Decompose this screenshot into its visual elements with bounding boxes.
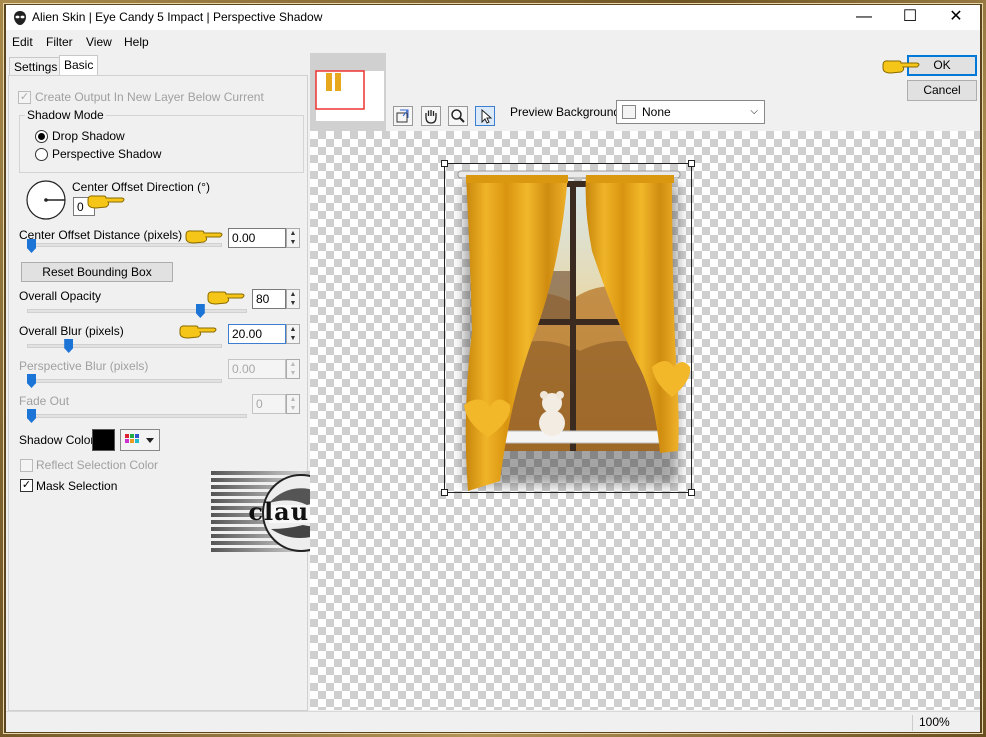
basic-settings-panel: ✓ Create Output In New Layer Below Curre… <box>8 75 308 711</box>
center-offset-direction-label: Center Offset Direction (°) <box>72 180 210 194</box>
bbox-handle-top-left[interactable] <box>441 160 448 167</box>
minimize-button[interactable]: — <box>841 5 887 30</box>
center-offset-distance-spinner[interactable]: ▲ ▼ <box>286 228 300 248</box>
shadow-mode-title: Shadow Mode <box>25 108 106 122</box>
shadow-color-label: Shadow Color <box>19 433 95 447</box>
app-window: Alien Skin | Eye Candy 5 Impact | Perspe… <box>6 5 980 732</box>
overall-blur-input[interactable]: 20.00 <box>228 324 286 344</box>
bbox-handle-bottom-left[interactable] <box>441 489 448 496</box>
pointing-hand-icon-blur <box>179 325 217 339</box>
tab-basic[interactable]: Basic <box>59 55 99 76</box>
pointing-hand-icon-direction <box>87 195 125 209</box>
minimize-icon: — <box>856 8 872 25</box>
radio-drop-shadow[interactable] <box>35 130 48 143</box>
color-picker-button[interactable] <box>120 429 160 451</box>
create-output-checkbox[interactable]: ✓ <box>18 91 31 104</box>
pointing-hand-icon-opacity <box>207 291 245 305</box>
overall-opacity-label: Overall Opacity <box>19 289 102 303</box>
maximize-button[interactable]: ☐ <box>887 5 933 30</box>
overall-blur-slider[interactable] <box>64 339 74 353</box>
zoom-level: 100% <box>912 715 972 731</box>
overall-blur-track[interactable] <box>27 344 222 348</box>
fade-out-spinner[interactable]: ▲ ▼ <box>286 394 300 414</box>
fade-out-track[interactable] <box>27 414 247 418</box>
reset-bounding-box-button[interactable]: Reset Bounding Box <box>21 262 173 282</box>
status-bar: 100% <box>6 711 980 732</box>
pointing-hand-icon-ok <box>882 60 920 74</box>
bounding-box[interactable] <box>444 163 692 493</box>
bbox-handle-top-right[interactable] <box>688 160 695 167</box>
transform-tool-button[interactable] <box>393 106 413 126</box>
menu-help[interactable]: Help <box>124 35 149 49</box>
perspective-blur-input[interactable]: 0.00 <box>228 359 286 379</box>
fade-out-slider[interactable] <box>27 409 36 423</box>
perspective-blur-spinner[interactable]: ▲ ▼ <box>286 359 300 379</box>
none-swatch-icon <box>622 105 636 119</box>
preview-canvas[interactable] <box>310 131 980 710</box>
arrow-icon <box>481 108 493 124</box>
direction-dial[interactable] <box>24 178 68 222</box>
menu-bar: Edit Filter View Help <box>6 33 980 53</box>
perspective-blur-track[interactable] <box>27 379 222 383</box>
center-offset-distance-input[interactable]: 0.00 <box>228 228 286 248</box>
maximize-icon: ☐ <box>902 8 918 25</box>
perspective-blur-label: Perspective Blur (pixels) <box>19 359 149 373</box>
hand-tool-button[interactable] <box>421 106 441 126</box>
chevron-down-icon: ⌵ <box>750 106 758 117</box>
overall-blur-label: Overall Blur (pixels) <box>19 324 124 338</box>
preview-background-label: Preview Background: <box>510 105 624 119</box>
preview-background-select[interactable]: None ⌵ <box>616 100 765 124</box>
arrow-tool-button[interactable] <box>475 106 495 126</box>
navigator-preview <box>310 53 386 131</box>
fade-out-input[interactable]: 0 <box>252 394 286 414</box>
center-offset-distance-label: Center Offset Distance (pixels) <box>19 228 183 242</box>
shadow-mode-group <box>19 115 304 173</box>
menu-edit[interactable]: Edit <box>12 35 33 49</box>
transform-icon <box>396 109 409 123</box>
reflect-selection-color-label: Reflect Selection Color <box>36 458 159 472</box>
alien-skin-icon <box>14 11 26 25</box>
pointing-hand-icon-distance <box>185 230 223 244</box>
drop-shadow-label: Drop Shadow <box>52 129 125 143</box>
overall-opacity-track[interactable] <box>27 309 247 313</box>
perspective-blur-slider[interactable] <box>27 374 36 388</box>
zoom-tool-button[interactable] <box>448 106 468 126</box>
color-grid-icon <box>125 434 154 443</box>
overall-opacity-input[interactable]: 80 <box>252 289 286 309</box>
preview-background-value: None <box>642 105 671 119</box>
fade-out-label: Fade Out <box>19 394 70 408</box>
menu-filter[interactable]: Filter <box>46 35 73 49</box>
hand-icon <box>425 110 437 124</box>
radio-perspective-shadow[interactable] <box>35 148 48 161</box>
mask-selection-checkbox[interactable]: ✓ <box>20 479 33 492</box>
overall-opacity-spinner[interactable]: ▲ ▼ <box>286 289 300 309</box>
bbox-handle-bottom-right[interactable] <box>688 489 695 496</box>
title-bar: Alien Skin | Eye Candy 5 Impact | Perspe… <box>6 5 980 30</box>
shadow-color-swatch[interactable] <box>92 429 115 451</box>
overall-blur-spinner[interactable]: ▲ ▼ <box>286 324 300 344</box>
center-offset-distance-slider[interactable] <box>27 239 36 253</box>
create-output-label: Create Output In New Layer Below Current <box>35 90 264 104</box>
cancel-button[interactable]: Cancel <box>907 80 977 101</box>
tab-settings[interactable]: Settings <box>9 57 63 76</box>
overall-opacity-slider[interactable] <box>195 304 205 318</box>
mask-selection-label: Mask Selection <box>36 479 118 493</box>
perspective-shadow-label: Perspective Shadow <box>52 147 162 161</box>
reflect-selection-color-checkbox[interactable] <box>20 459 33 472</box>
window-title: Alien Skin | Eye Candy 5 Impact | Perspe… <box>32 10 323 24</box>
navigator-thumbnail[interactable] <box>310 53 386 131</box>
zoom-icon <box>451 109 465 123</box>
menu-view[interactable]: View <box>86 35 112 49</box>
close-button[interactable]: ✕ <box>933 5 979 30</box>
close-icon: ✕ <box>949 8 963 25</box>
